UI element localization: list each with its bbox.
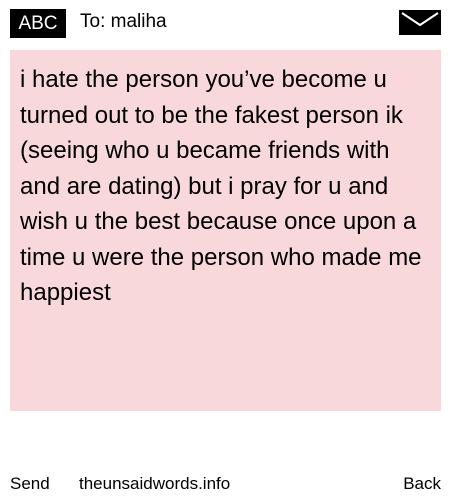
site-link[interactable]: theunsaidwords.info (79, 470, 230, 498)
message-box: i hate the person you’ve become u turned… (10, 50, 441, 411)
send-button[interactable]: Send (10, 470, 50, 498)
envelope-icon (399, 10, 441, 35)
footer-bar: Send theunsaidwords.info Back (0, 470, 450, 500)
input-mode-badge[interactable]: ABC (10, 9, 66, 38)
header: ABC To: maliha (0, 0, 450, 44)
message-text: i hate the person you’ve become u turned… (20, 66, 422, 306)
back-button[interactable]: Back (403, 470, 441, 498)
recipient-line: To: maliha (80, 11, 167, 32)
